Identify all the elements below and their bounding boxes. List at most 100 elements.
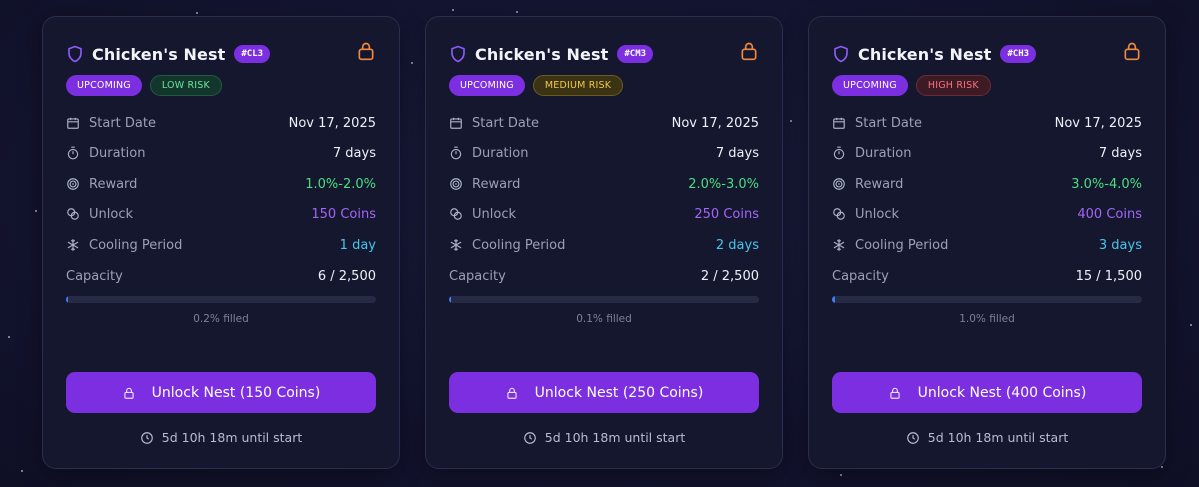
unlock-label: Unlock xyxy=(89,206,133,222)
risk-badge: HIGH RISK xyxy=(915,75,991,96)
star-decoration xyxy=(196,12,198,14)
filled-percent-text: 1.0% filled xyxy=(959,313,1015,325)
status-badge: UPCOMING xyxy=(449,75,525,96)
capacity-value: 6 / 2,500 xyxy=(317,269,376,284)
snowflake-icon xyxy=(66,238,80,252)
star-decoration xyxy=(1190,324,1192,326)
countdown-text: 5d 10h 18m until start xyxy=(927,430,1069,445)
coins-icon xyxy=(66,207,80,221)
star-decoration xyxy=(35,210,37,212)
unlock-label: Unlock xyxy=(472,206,516,222)
capacity-value: 2 / 2,500 xyxy=(700,269,759,284)
star-decoration xyxy=(21,470,23,472)
nest-card: Chicken's Nest #CM3 UPCOMING MEDIUM RISK… xyxy=(425,16,783,469)
duration-label: Duration xyxy=(855,145,912,161)
lock-icon xyxy=(356,40,376,62)
cooling-row: Cooling Period 2 days xyxy=(449,235,759,255)
start-date-label: Start Date xyxy=(89,115,156,131)
start-date-label: Start Date xyxy=(472,115,539,131)
page-background: Chicken's Nest #CL3 UPCOMING LOW RISK St… xyxy=(0,0,1199,487)
reward-row: Reward 3.0%-4.0% xyxy=(832,174,1142,194)
duration-row: Duration 7 days xyxy=(832,143,1142,163)
snowflake-icon xyxy=(832,238,846,252)
target-icon xyxy=(449,177,463,191)
unlock-nest-button-label: Unlock Nest (150 Coins) xyxy=(151,384,321,401)
capacity-progress-bar xyxy=(832,296,1142,303)
capacity-progress-bar xyxy=(66,296,376,303)
coins-icon xyxy=(832,207,846,221)
countdown: 5d 10h 18m until start xyxy=(832,430,1142,445)
star-decoration xyxy=(516,11,518,13)
card-header: Chicken's Nest #CL3 xyxy=(66,41,376,67)
nest-code-badge: #CL3 xyxy=(234,45,271,63)
star-decoration xyxy=(411,62,413,64)
stopwatch-icon xyxy=(832,146,846,160)
capacity-progress-bar xyxy=(449,296,759,303)
capacity-progress-fill xyxy=(66,296,68,303)
capacity-progress-fill xyxy=(449,296,451,303)
capacity-label: Capacity xyxy=(66,269,123,284)
reward-label: Reward xyxy=(89,176,138,192)
duration-value: 7 days xyxy=(715,145,759,161)
nest-card: Chicken's Nest #CH3 UPCOMING HIGH RISK S… xyxy=(808,16,1166,469)
lock-icon xyxy=(739,40,759,62)
reward-value: 2.0%-3.0% xyxy=(688,176,759,192)
unlock-nest-button[interactable]: Unlock Nest (250 Coins) xyxy=(449,372,759,413)
cooling-value: 1 day xyxy=(339,237,376,253)
unlock-row: Unlock 150 Coins xyxy=(66,204,376,224)
unlock-label: Unlock xyxy=(855,206,899,222)
reward-row: Reward 2.0%-3.0% xyxy=(449,174,759,194)
shield-icon xyxy=(449,44,467,64)
status-badge: UPCOMING xyxy=(832,75,908,96)
capacity-value: 15 / 1,500 xyxy=(1075,269,1142,284)
countdown: 5d 10h 18m until start xyxy=(449,430,759,445)
star-decoration xyxy=(8,336,10,338)
cooling-row: Cooling Period 3 days xyxy=(832,235,1142,255)
status-badge: UPCOMING xyxy=(66,75,142,96)
lock-icon xyxy=(122,385,136,401)
capacity-row: Capacity 6 / 2,500 xyxy=(66,269,376,284)
duration-row: Duration 7 days xyxy=(449,143,759,163)
start-date-value: Nov 17, 2025 xyxy=(288,115,376,131)
stopwatch-icon xyxy=(66,146,80,160)
filled-percent-text: 0.2% filled xyxy=(193,313,249,325)
capacity-row: Capacity 15 / 1,500 xyxy=(832,269,1142,284)
risk-badge: MEDIUM RISK xyxy=(532,75,624,96)
countdown: 5d 10h 18m until start xyxy=(66,430,376,445)
clock-icon xyxy=(523,431,537,445)
start-date-label: Start Date xyxy=(855,115,922,131)
start-date-row: Start Date Nov 17, 2025 xyxy=(449,113,759,133)
duration-value: 7 days xyxy=(332,145,376,161)
card-title: Chicken's Nest xyxy=(858,44,992,64)
nest-code-badge: #CM3 xyxy=(617,45,654,63)
clock-icon xyxy=(140,431,154,445)
reward-row: Reward 1.0%-2.0% xyxy=(66,174,376,194)
reward-value: 1.0%-2.0% xyxy=(305,176,376,192)
unlock-nest-button-label: Unlock Nest (250 Coins) xyxy=(534,384,704,401)
card-title: Chicken's Nest xyxy=(475,44,609,64)
nest-code-badge: #CH3 xyxy=(1000,45,1037,63)
start-date-row: Start Date Nov 17, 2025 xyxy=(832,113,1142,133)
calendar-icon xyxy=(449,116,463,130)
unlock-value: 150 Coins xyxy=(311,206,376,222)
unlock-value: 400 Coins xyxy=(1077,206,1142,222)
unlock-nest-button[interactable]: Unlock Nest (150 Coins) xyxy=(66,372,376,413)
snowflake-icon xyxy=(449,238,463,252)
start-date-row: Start Date Nov 17, 2025 xyxy=(66,113,376,133)
unlock-row: Unlock 400 Coins xyxy=(832,204,1142,224)
target-icon xyxy=(832,177,846,191)
star-decoration xyxy=(1161,466,1163,468)
lock-icon xyxy=(505,385,519,401)
target-icon xyxy=(66,177,80,191)
clock-icon xyxy=(906,431,920,445)
unlock-nest-button[interactable]: Unlock Nest (400 Coins) xyxy=(832,372,1142,413)
reward-label: Reward xyxy=(855,176,904,192)
cooling-label: Cooling Period xyxy=(89,237,183,253)
cooling-label: Cooling Period xyxy=(472,237,566,253)
filled-percent-text: 0.1% filled xyxy=(576,313,632,325)
reward-value: 3.0%-4.0% xyxy=(1071,176,1142,192)
card-title: Chicken's Nest xyxy=(92,44,226,64)
unlock-row: Unlock 250 Coins xyxy=(449,204,759,224)
shield-icon xyxy=(66,44,84,64)
duration-label: Duration xyxy=(472,145,529,161)
